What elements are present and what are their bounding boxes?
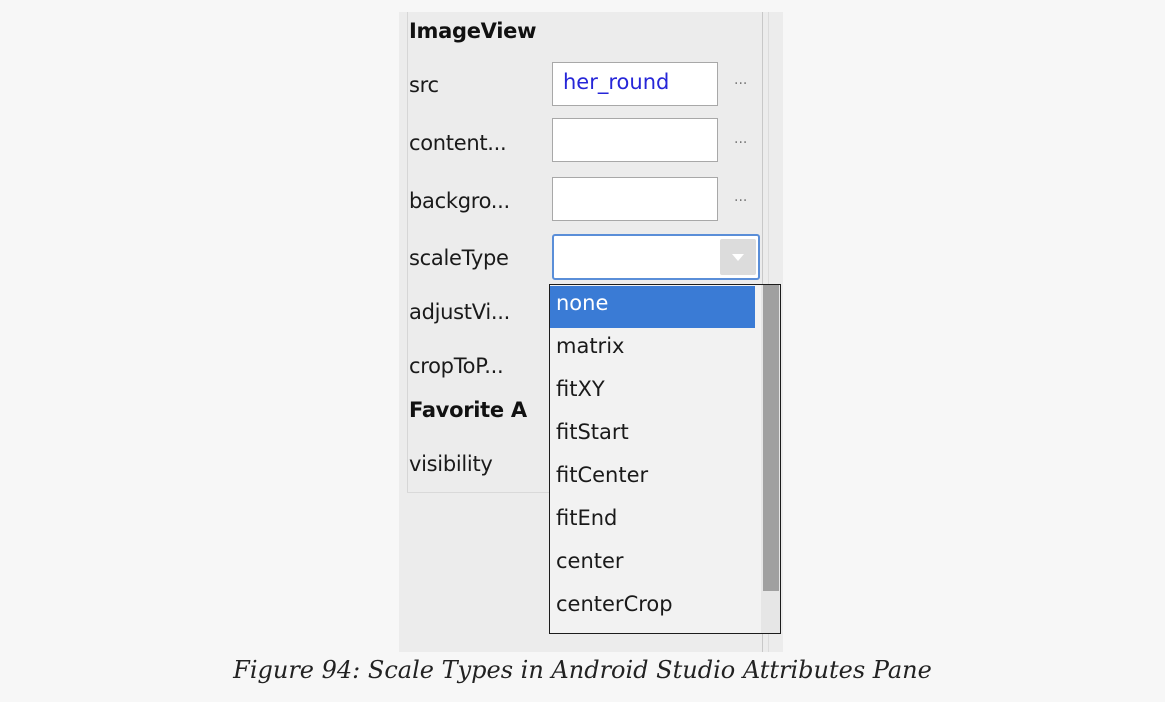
attr-label-scale-type: scaleType [409, 246, 509, 270]
content-description-field[interactable] [552, 118, 718, 162]
dropdown-option-center[interactable]: center [550, 544, 755, 586]
attributes-pane: ImageView src her_round ... content... .… [399, 12, 783, 652]
scale-type-combobox[interactable] [552, 234, 760, 280]
section-header-imageview: ImageView [409, 19, 537, 43]
scale-type-dropdown-button[interactable] [720, 239, 756, 275]
scale-type-dropdown-list[interactable]: none matrix fitXY fitStart fitCenter fit… [549, 284, 781, 634]
dropdown-option-centercrop[interactable]: centerCrop [550, 587, 755, 629]
dropdown-option-fitstart[interactable]: fitStart [550, 415, 755, 457]
background-field[interactable] [552, 177, 718, 221]
src-value-field[interactable]: her_round [552, 62, 718, 106]
page: ImageView src her_round ... content... .… [0, 0, 1165, 702]
dropdown-option-fitend[interactable]: fitEnd [550, 501, 755, 543]
dropdown-option-none[interactable]: none [550, 286, 755, 328]
src-picker-button[interactable]: ... [734, 72, 747, 88]
content-description-picker-button[interactable]: ... [734, 131, 747, 147]
section-header-favorite-attributes: Favorite A [409, 398, 527, 422]
attr-label-adjust-view-bounds: adjustVi... [409, 300, 510, 324]
attr-label-content-description: content... [409, 131, 507, 155]
pane-left-border [407, 12, 408, 492]
dropdown-option-fitcenter[interactable]: fitCenter [550, 458, 755, 500]
chevron-down-icon [732, 254, 744, 261]
figure-caption: Figure 94: Scale Types in Android Studio… [233, 656, 932, 684]
dropdown-option-matrix[interactable]: matrix [550, 329, 755, 371]
attr-label-crop-to-padding: cropToP... [409, 354, 504, 378]
attr-label-visibility: visibility [409, 452, 493, 476]
dropdown-scrollbar[interactable] [761, 285, 780, 633]
dropdown-option-fitxy[interactable]: fitXY [550, 372, 755, 414]
attr-label-src: src [409, 73, 439, 97]
attr-label-background: backgro... [409, 189, 510, 213]
background-picker-button[interactable]: ... [734, 189, 747, 205]
dropdown-scrollbar-thumb[interactable] [763, 285, 779, 591]
